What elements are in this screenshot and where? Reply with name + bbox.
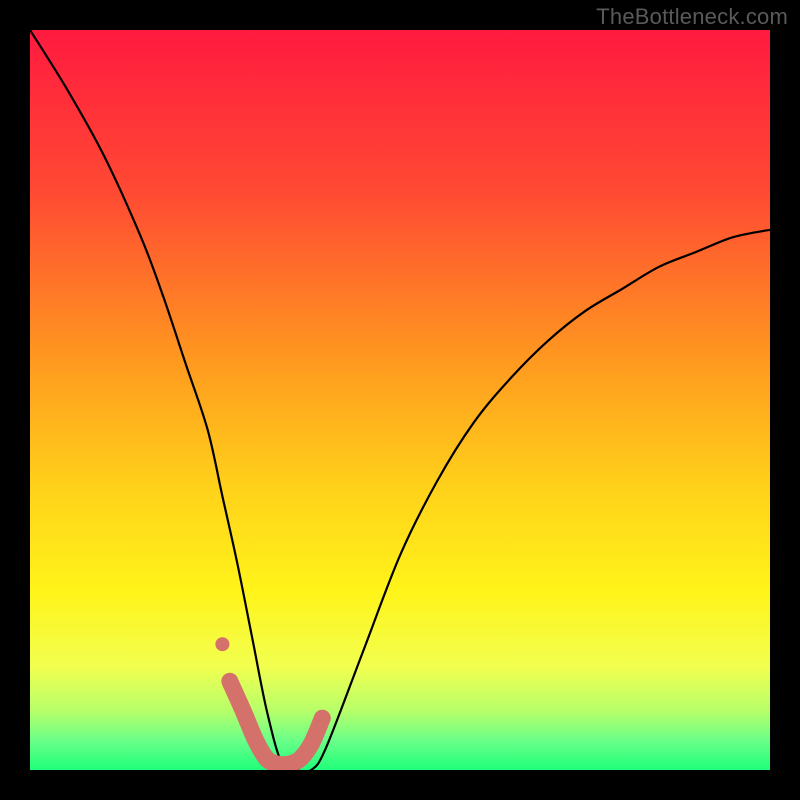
chart-frame: TheBottleneck.com — [0, 0, 800, 800]
gradient-background — [30, 30, 770, 770]
highlight-dot-icon — [215, 637, 229, 651]
plot-area — [30, 30, 770, 770]
watermark-text: TheBottleneck.com — [596, 4, 788, 30]
chart-svg — [30, 30, 770, 770]
